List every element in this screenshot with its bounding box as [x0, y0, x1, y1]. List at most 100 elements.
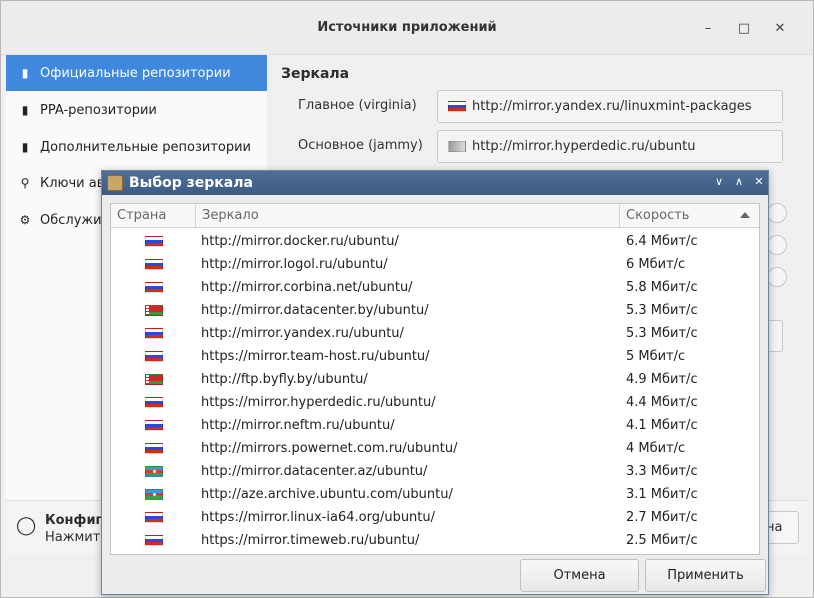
flag-by-icon: [145, 374, 163, 385]
mirror-speed: 4 Мбит/с: [626, 441, 686, 456]
apply-button[interactable]: Применить: [645, 559, 766, 592]
toggle-switch[interactable]: [767, 203, 787, 223]
mirrors-heading: Зеркала: [281, 66, 350, 82]
main-mirror-button[interactable]: http://mirror.yandex.ru/linuxmint-packag…: [437, 90, 783, 123]
table-row[interactable]: http://mirror.logol.ru/ubuntu/6 Мбит/с: [111, 253, 759, 276]
flag-ru-icon: [145, 420, 163, 431]
column-mirror[interactable]: Зеркало: [196, 204, 620, 228]
sidebar-item-label: PPA-репозитории: [40, 102, 157, 118]
mirror-url: http://mirror.logol.ru/ubuntu/: [201, 257, 388, 272]
flag-ru-icon: [145, 259, 163, 270]
russia-flag-icon: [448, 101, 466, 112]
flag-ru-icon: [145, 351, 163, 362]
mirror-speed: 6.4 Мбит/с: [626, 234, 698, 249]
flag-ru-icon: [145, 282, 163, 293]
sidebar-item-ppa[interactable]: ▮ PPA-репозитории: [6, 92, 267, 128]
mirror-url: https://mirror.linux-ia64.org/ubuntu/: [201, 510, 436, 525]
mirror-url: http://mirror.corbina.net/ubuntu/: [201, 280, 413, 295]
mirror-url: https://mirror.team-host.ru/ubuntu/: [201, 349, 430, 364]
close-icon[interactable]: ✕: [772, 21, 788, 37]
mirror-url: https://mirror.timeweb.ru/ubuntu/: [201, 533, 420, 548]
key-icon: ⚲: [20, 176, 30, 190]
maximize-icon[interactable]: □: [736, 21, 752, 37]
table-row[interactable]: http://aze.archive.ubuntu.com/ubuntu/3.1…: [111, 483, 759, 506]
mirror-url: http://mirrors.powernet.com.ru/ubuntu/: [201, 441, 458, 456]
mirror-speed: 2.7 Мбит/с: [626, 510, 698, 525]
mirror-speed: 4.4 Мбит/с: [626, 395, 698, 410]
mirror-speed: 5 Мбит/с: [626, 349, 686, 364]
base-mirror-label: Основное (jammy): [298, 138, 423, 153]
mirror-url: http://mirror.datacenter.az/ubuntu/: [201, 464, 428, 479]
flag-az-icon: [145, 489, 163, 500]
sidebar-item-official[interactable]: ▮ Официальные репозитории: [6, 55, 267, 91]
mirror-speed: 3.3 Мбит/с: [626, 464, 698, 479]
mirror-url: http://aze.archive.ubuntu.com/ubuntu/: [201, 487, 453, 502]
flag-ru-icon: [145, 397, 163, 408]
mirror-url: http://mirror.neftm.ru/ubuntu/: [201, 418, 395, 433]
window-title: Источники приложений: [317, 20, 497, 35]
sidebar-item-label: Обслужи: [40, 212, 102, 228]
mirror-speed: 5.3 Мбит/с: [626, 303, 698, 318]
flag-ru-icon: [145, 535, 163, 546]
table-row[interactable]: http://mirror.neftm.ru/ubuntu/4.1 Мбит/с: [111, 414, 759, 437]
lightbulb-icon: ◯: [16, 515, 37, 536]
column-speed[interactable]: Скорость: [620, 204, 759, 228]
flag-az-icon: [145, 466, 163, 477]
mirror-select-dialog: Выбор зеркала ∨ ∧ ✕ Страна Зеркало Скоро…: [101, 170, 769, 595]
mirror-list[interactable]: Страна Зеркало Скорость http://mirror.do…: [110, 203, 760, 555]
mirror-url: https://mirror.hyperdedic.ru/ubuntu/: [201, 395, 436, 410]
table-row[interactable]: http://ftp.byfly.by/ubuntu/4.9 Мбит/с: [111, 368, 759, 391]
mirror-speed: 3.1 Мбит/с: [626, 487, 698, 502]
close-icon[interactable]: ✕: [752, 175, 766, 188]
sidebar-item-label: Дополнительные репозитории: [40, 139, 251, 155]
mirror-speed: 6 Мбит/с: [626, 257, 686, 272]
table-row[interactable]: http://mirror.docker.ru/ubuntu/6.4 Мбит/…: [111, 230, 759, 253]
table-row[interactable]: http://mirror.datacenter.az/ubuntu/3.3 М…: [111, 460, 759, 483]
mirror-speed: 5.3 Мбит/с: [626, 326, 698, 341]
base-mirror-button[interactable]: http://mirror.hyperdedic.ru/ubuntu: [437, 130, 783, 163]
package-icon: ▮: [21, 103, 29, 117]
table-row[interactable]: https://mirror.team-host.ru/ubuntu/5 Мби…: [111, 345, 759, 368]
toggle-switch[interactable]: [767, 235, 787, 255]
sidebar-item-label: Официальные репозитории: [40, 65, 231, 81]
table-row[interactable]: http://mirrors.powernet.com.ru/ubuntu/4 …: [111, 437, 759, 460]
main-mirror-label: Главное (virginia): [298, 98, 417, 113]
column-country[interactable]: Страна: [111, 204, 196, 228]
flag-ru-icon: [145, 236, 163, 247]
package-icon: ▮: [21, 66, 29, 80]
chevron-up-icon[interactable]: ∧: [732, 175, 746, 188]
sidebar-item-additional[interactable]: ▮ Дополнительные репозитории: [6, 129, 267, 165]
mirror-url: http://mirror.datacenter.by/ubuntu/: [201, 303, 429, 318]
flag-ru-icon: [145, 443, 163, 454]
dialog-titlebar[interactable]: Выбор зеркала ∨ ∧ ✕: [102, 171, 768, 195]
table-row[interactable]: http://mirror.datacenter.by/ubuntu/5.3 М…: [111, 299, 759, 322]
mirror-speed: 4.9 Мбит/с: [626, 372, 698, 387]
table-row[interactable]: http://mirror.corbina.net/ubuntu/5.8 Мби…: [111, 276, 759, 299]
table-row[interactable]: https://mirror.linux-ia64.org/ubuntu/2.7…: [111, 506, 759, 529]
cancel-button[interactable]: Отмена: [520, 559, 639, 592]
chevron-down-icon[interactable]: ∨: [712, 175, 726, 188]
package-icon: [107, 175, 123, 191]
toggle-switch[interactable]: [767, 267, 787, 287]
table-row[interactable]: https://mirror.hyperdedic.ru/ubuntu/4.4 …: [111, 391, 759, 414]
table-row[interactable]: https://mirror.timeweb.ru/ubuntu/2.5 Мби…: [111, 529, 759, 552]
base-mirror-url: http://mirror.hyperdedic.ru/ubuntu: [472, 139, 696, 154]
mirror-speed: 2.5 Мбит/с: [626, 533, 698, 548]
sidebar-item-label: Ключи ав: [40, 175, 105, 191]
mirror-url: http://ftp.byfly.by/ubuntu/: [201, 372, 368, 387]
package-icon: ▮: [21, 140, 29, 154]
flag-ru-icon: [145, 328, 163, 339]
dialog-title: Выбор зеркала: [129, 175, 253, 191]
table-row[interactable]: http://mirror.yandex.ru/ubuntu/5.3 Мбит/…: [111, 322, 759, 345]
config-title: Конфиг: [45, 513, 103, 528]
main-mirror-url: http://mirror.yandex.ru/linuxmint-packag…: [472, 99, 752, 114]
mirror-url: http://mirror.yandex.ru/ubuntu/: [201, 326, 404, 341]
list-header: Страна Зеркало Скорость: [111, 204, 759, 228]
generic-flag-icon: [448, 141, 466, 152]
window-titlebar[interactable]: Источники приложений – □ ✕: [1, 1, 813, 55]
mirror-speed: 5.8 Мбит/с: [626, 280, 698, 295]
mirror-url: http://mirror.docker.ru/ubuntu/: [201, 234, 399, 249]
minimize-icon[interactable]: –: [700, 21, 716, 37]
gear-icon: ⚙: [19, 213, 31, 227]
mirror-speed: 4.1 Мбит/с: [626, 418, 698, 433]
